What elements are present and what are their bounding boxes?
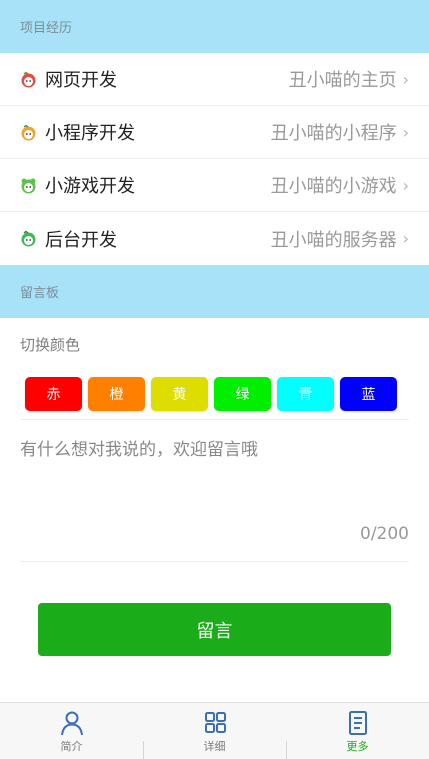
user-icon <box>60 711 83 735</box>
tab-bar: 简介 详细 更多 <box>0 702 429 759</box>
projects-section-title: 项目经历 <box>20 21 73 36</box>
project-list: 网页开发 丑小喵的主页 › 小程序开发 丑小喵的小程序 › 小游戏开发 丑小喵的… <box>0 53 429 265</box>
project-link: 丑小喵的小程序 <box>270 123 397 144</box>
tab-label: 简介 <box>60 739 83 753</box>
chevron-right-icon: › <box>402 122 409 142</box>
projects-section-header: 项目经历 <box>0 0 429 53</box>
chevron-right-icon: › <box>402 69 409 89</box>
color-button-cyan[interactable]: 青 <box>277 377 334 411</box>
char-counter: 0/200 <box>360 524 409 544</box>
divider <box>20 561 409 562</box>
color-button-green[interactable]: 绿 <box>214 377 271 411</box>
toggle-color-label: 切换颜色 <box>20 336 81 354</box>
color-picker: 赤 橙 黄 绿 青 蓝 <box>25 377 397 411</box>
project-link: 丑小喵的服务器 <box>270 229 397 251</box>
tab-more[interactable]: 更多 <box>286 703 429 759</box>
message-board: 切换颜色 赤 橙 黄 绿 青 蓝 有什么想对我说的，欢迎留言哦 0/200 留言 <box>0 318 429 702</box>
color-button-blue[interactable]: 蓝 <box>340 377 397 411</box>
tab-label: 更多 <box>346 739 369 753</box>
project-name: 小程序开发 <box>45 123 135 144</box>
chevron-right-icon: › <box>402 229 409 248</box>
green-head-icon <box>21 230 36 247</box>
tab-intro[interactable]: 简介 <box>0 703 143 759</box>
document-icon <box>348 710 367 735</box>
project-item-backend[interactable]: 后台开发 丑小喵的服务器 › <box>0 212 429 265</box>
project-name: 网页开发 <box>45 70 117 91</box>
page: 项目经历 网页开发 丑小喵的主页 › 小程序开发 丑小喵的小程序 › 小游戏开发… <box>0 0 429 759</box>
grid-icon <box>204 711 226 733</box>
project-item-web[interactable]: 网页开发 丑小喵的主页 › <box>0 53 429 106</box>
message-placeholder: 有什么想对我说的，欢迎留言哦 <box>20 440 258 460</box>
orange-head-icon <box>21 124 36 140</box>
message-textarea[interactable]: 有什么想对我说的，欢迎留言哦 0/200 <box>0 420 429 560</box>
board-section-title: 留言板 <box>20 286 60 301</box>
project-item-miniprogram[interactable]: 小程序开发 丑小喵的小程序 › <box>0 106 429 159</box>
submit-message-button[interactable]: 留言 <box>38 603 391 656</box>
color-button-orange[interactable]: 橙 <box>88 377 145 411</box>
color-button-yellow[interactable]: 黄 <box>151 377 208 411</box>
chevron-right-icon: › <box>402 175 409 195</box>
green-head-icon <box>21 178 36 193</box>
project-link: 丑小喵的小游戏 <box>270 176 397 197</box>
tab-label: 详细 <box>203 739 226 753</box>
project-name: 小游戏开发 <box>45 176 135 197</box>
project-link: 丑小喵的主页 <box>288 70 397 91</box>
project-item-minigame[interactable]: 小游戏开发 丑小喵的小游戏 › <box>0 159 429 212</box>
board-section-header: 留言板 <box>0 265 429 318</box>
red-head-icon <box>21 71 36 87</box>
tab-details[interactable]: 详细 <box>143 703 286 759</box>
color-button-red[interactable]: 赤 <box>25 377 82 411</box>
project-name: 后台开发 <box>45 229 117 251</box>
